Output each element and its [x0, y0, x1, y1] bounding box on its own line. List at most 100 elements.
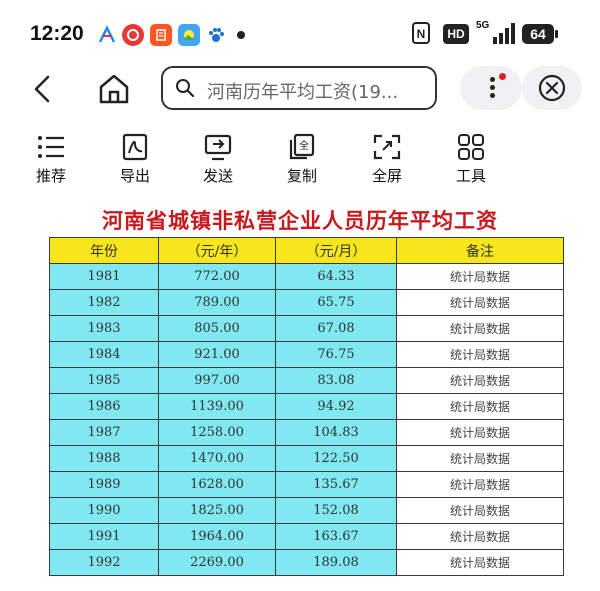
table-header-row: 年份 （元/年） （元/月） 备注	[49, 237, 564, 264]
cell-monthly: 94.92	[275, 393, 397, 420]
network-type: 5G	[476, 20, 490, 31]
cell-year: 1981	[49, 263, 159, 290]
cell-monthly: 76.75	[275, 341, 397, 368]
table-row: 1983 805.00 67.08 统计局数据	[49, 315, 564, 342]
cell-note: 统计局数据	[396, 549, 564, 576]
cell-monthly: 104.83	[275, 419, 397, 446]
table-row: 1981 772.00 64.33 统计局数据	[49, 263, 564, 290]
cell-monthly: 189.08	[275, 549, 397, 576]
cell-monthly: 152.08	[275, 497, 397, 524]
tool-send-label: 发送	[202, 167, 233, 185]
search-input[interactable]: 河南历年平均工资(19...	[161, 66, 437, 110]
table-row: 1990 1825.00 152.08 统计局数据	[49, 497, 564, 524]
cell-monthly: 65.75	[275, 289, 397, 316]
more-menu-button[interactable]	[460, 66, 522, 110]
cell-yearly: 772.00	[158, 263, 276, 290]
export-pdf-icon	[122, 133, 148, 161]
cell-yearly: 997.00	[158, 367, 276, 394]
cell-monthly: 64.33	[275, 263, 397, 290]
tool-export[interactable]: 导出	[100, 130, 170, 190]
cell-yearly: 805.00	[158, 315, 276, 342]
battery-indicator: 64	[522, 24, 558, 44]
nfc-icon: N	[412, 22, 430, 48]
svg-text:N: N	[417, 27, 426, 41]
news-app-icon	[150, 24, 172, 46]
more-notifications-dot	[237, 31, 245, 39]
badge-dot	[499, 73, 506, 80]
cell-year: 1990	[49, 497, 159, 524]
tool-tools-label: 工具	[455, 167, 486, 185]
fullscreen-icon	[373, 134, 401, 160]
cell-note: 统计局数据	[396, 419, 564, 446]
tool-tools[interactable]: 工具	[436, 130, 506, 190]
svg-text:全: 全	[299, 139, 309, 152]
table-row: 1988 1470.00 122.50 统计局数据	[49, 445, 564, 472]
tool-recommend-label: 推荐	[35, 167, 66, 185]
cell-note: 统计局数据	[396, 289, 564, 316]
header-monthly: （元/月）	[275, 237, 397, 264]
cell-year: 1982	[49, 289, 159, 316]
table-row: 1987 1258.00 104.83 统计局数据	[49, 419, 564, 446]
wage-table: 年份 （元/年） （元/月） 备注 1981 772.00 64.33 统计局数据 19…	[49, 237, 564, 576]
table-row: 1986 1139.00 94.92 统计局数据	[49, 393, 564, 420]
header-yearly: （元/年）	[158, 237, 276, 264]
table-row: 1989 1628.00 135.67 统计局数据	[49, 471, 564, 498]
search-icon	[176, 79, 195, 98]
photo-app-icon	[178, 24, 200, 46]
copy-icon: 全	[289, 133, 315, 160]
cell-note: 统计局数据	[396, 341, 564, 368]
cell-year: 1983	[49, 315, 159, 342]
table-row: 1984 921.00 76.75 统计局数据	[49, 341, 564, 368]
browser-nav-bar: 河南历年平均工资(19...	[0, 62, 600, 117]
cell-year: 1986	[49, 393, 159, 420]
tool-export-label: 导出	[119, 167, 150, 185]
clock-time: 12:20	[30, 22, 84, 45]
signal-icon	[492, 23, 516, 49]
tool-fullscreen-label: 全屏	[371, 167, 402, 185]
tool-recommend[interactable]: 推荐	[16, 130, 86, 190]
cell-note: 统计局数据	[396, 471, 564, 498]
table-row: 1991 1964.00 163.67 统计局数据	[49, 523, 564, 550]
home-icon[interactable]	[96, 71, 132, 107]
cell-monthly: 163.67	[275, 523, 397, 550]
table-row: 1985 997.00 83.08 统计局数据	[49, 367, 564, 394]
hd-badge: HD	[443, 24, 469, 44]
send-icon	[204, 134, 232, 161]
red-app-icon	[122, 24, 144, 46]
tool-copy[interactable]: 全 复制	[267, 130, 337, 190]
header-note: 备注	[396, 237, 564, 264]
cell-note: 统计局数据	[396, 523, 564, 550]
cell-note: 统计局数据	[396, 497, 564, 524]
cell-monthly: 122.50	[275, 445, 397, 472]
cell-year: 1991	[49, 523, 159, 550]
cell-yearly: 1964.00	[158, 523, 276, 550]
cell-monthly: 67.08	[275, 315, 397, 342]
status-bar: 12:20 N HD 5G 64	[0, 0, 600, 62]
cell-note: 统计局数据	[396, 393, 564, 420]
document-view: 河南省城镇非私营企业人员历年平均工资 年份 （元/年） （元/月） 备注 198…	[0, 197, 600, 591]
tool-send[interactable]: 发送	[183, 130, 253, 190]
cell-monthly: 135.67	[275, 471, 397, 498]
table-row: 1982 789.00 65.75 统计局数据	[49, 289, 564, 316]
antenna-app-icon	[96, 24, 118, 46]
cell-yearly: 789.00	[158, 289, 276, 316]
tool-fullscreen[interactable]: 全屏	[352, 130, 422, 190]
action-toolbar: 推荐 导出 发送 全 复制 全屏 工具	[0, 130, 600, 190]
cell-yearly: 1470.00	[158, 445, 276, 472]
close-button[interactable]	[522, 66, 582, 110]
recommend-list-icon	[38, 136, 64, 158]
cell-yearly: 1628.00	[158, 471, 276, 498]
cell-year: 1984	[49, 341, 159, 368]
cell-yearly: 921.00	[158, 341, 276, 368]
close-icon	[538, 74, 566, 102]
cell-yearly: 1825.00	[158, 497, 276, 524]
cell-year: 1988	[49, 445, 159, 472]
cell-note: 统计局数据	[396, 367, 564, 394]
cell-yearly: 2269.00	[158, 549, 276, 576]
table-row: 1992 2269.00 189.08 统计局数据	[49, 549, 564, 576]
cell-note: 统计局数据	[396, 315, 564, 342]
paw-app-icon	[205, 24, 227, 46]
cell-yearly: 1139.00	[158, 393, 276, 420]
back-icon[interactable]	[28, 74, 58, 104]
header-year: 年份	[49, 237, 159, 264]
